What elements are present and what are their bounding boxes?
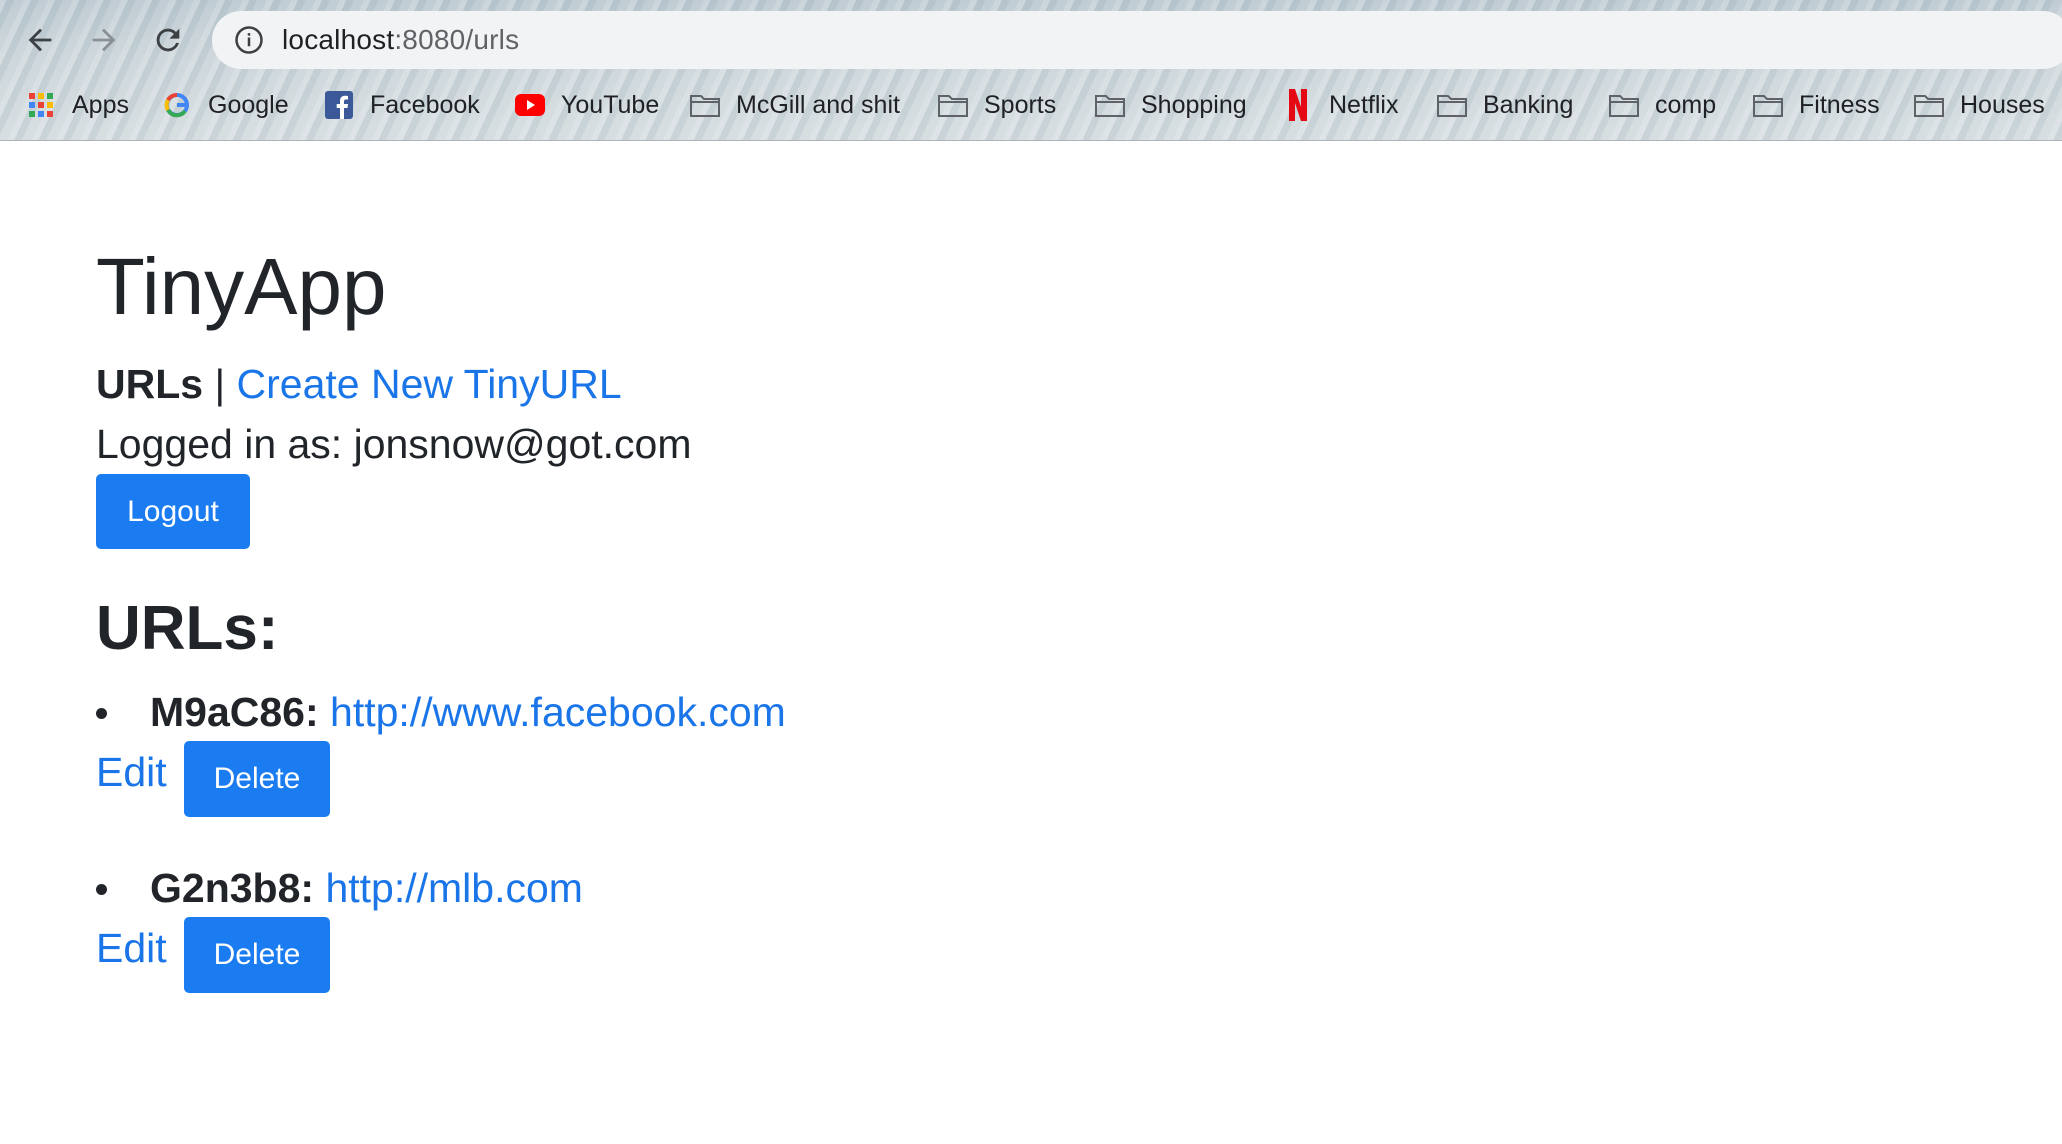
page-title: TinyApp [96,242,387,331]
bookmark-netflix[interactable]: Netflix [1283,89,1399,121]
folder-icon [1753,90,1783,120]
bookmark-label: Houses [1960,90,2045,119]
bullet [96,708,107,719]
top-nav: URLs | Create New TinyURL [96,361,622,408]
url-host: localhost [282,24,395,55]
folder-icon [690,90,720,120]
reload-icon [156,28,180,52]
folder-icon [1609,90,1639,120]
bookmark-folder-mcgill[interactable]: McGill and shit [690,90,900,120]
address-bar[interactable]: localhost:8080/urls [212,11,2062,69]
bookmark-folder-banking[interactable]: Banking [1437,90,1573,120]
bookmark-label: Sports [984,90,1057,119]
bookmark-youtube[interactable]: YouTube [515,90,659,120]
bookmark-label: Facebook [370,90,480,119]
url-text: localhost:8080/urls [282,24,519,56]
bookmark-facebook[interactable]: Facebook [324,90,480,120]
bookmark-label: McGill and shit [736,90,900,119]
bookmark-folder-fitness[interactable]: Fitness [1753,90,1880,120]
delete-button[interactable]: Delete [184,917,330,993]
folder-icon [1437,90,1467,120]
bookmark-label: Fitness [1799,90,1880,119]
browser-chrome: localhost:8080/urls Apps Google Facebook… [0,0,2062,141]
urls-heading: URLs: [96,594,279,663]
short-url-code: G2n3b8: http://mlb.com [150,865,583,912]
bookmark-label: YouTube [561,90,660,119]
long-url-link[interactable]: http://mlb.com [325,865,582,911]
bookmark-label: Banking [1483,90,1574,119]
bookmark-apps[interactable]: Apps [26,90,129,120]
delete-button[interactable]: Delete [184,741,330,817]
bookmark-folder-houses[interactable]: Houses [1914,90,2045,120]
bookmark-label: Apps [72,90,129,119]
arrow-right-icon [92,28,116,52]
forward-button[interactable] [82,18,126,62]
youtube-icon [515,90,545,120]
info-icon[interactable] [234,25,264,55]
bookmark-label: comp [1655,90,1717,119]
bookmark-label: Netflix [1329,90,1399,119]
folder-icon [1095,90,1125,120]
logout-button[interactable]: Logout [96,474,250,549]
bookmark-folder-sports[interactable]: Sports [938,90,1056,120]
create-new-tinyurl-link[interactable]: Create New TinyURL [237,361,622,407]
logged-in-status: Logged in as: jonsnow@got.com [96,421,692,467]
long-url-link[interactable]: http://www.facebook.com [330,689,786,735]
netflix-icon [1283,89,1313,121]
edit-link[interactable]: Edit [96,749,167,796]
bookmark-folder-comp[interactable]: comp [1609,90,1716,120]
short-url-code: M9aC86: http://www.facebook.com [150,689,786,736]
bookmark-label: Google [208,90,289,119]
apps-grid-icon [26,90,56,120]
bullet [96,884,107,895]
short-url-label: M9aC86: [150,689,319,735]
nav-current-urls: URLs [96,361,204,407]
url-path: :8080/urls [394,24,520,55]
google-icon [162,90,192,120]
arrow-left-icon [28,28,52,52]
nav-separator: | [214,361,226,407]
short-url-label: G2n3b8: [150,865,315,911]
folder-icon [938,90,968,120]
bookmark-folder-shopping[interactable]: Shopping [1095,90,1247,120]
back-button[interactable] [18,18,62,62]
bookmark-label: Shopping [1141,90,1247,119]
reload-button[interactable] [146,18,190,62]
edit-link[interactable]: Edit [96,925,167,972]
bookmark-google[interactable]: Google [162,90,289,120]
facebook-icon [324,90,354,120]
folder-icon [1914,90,1944,120]
